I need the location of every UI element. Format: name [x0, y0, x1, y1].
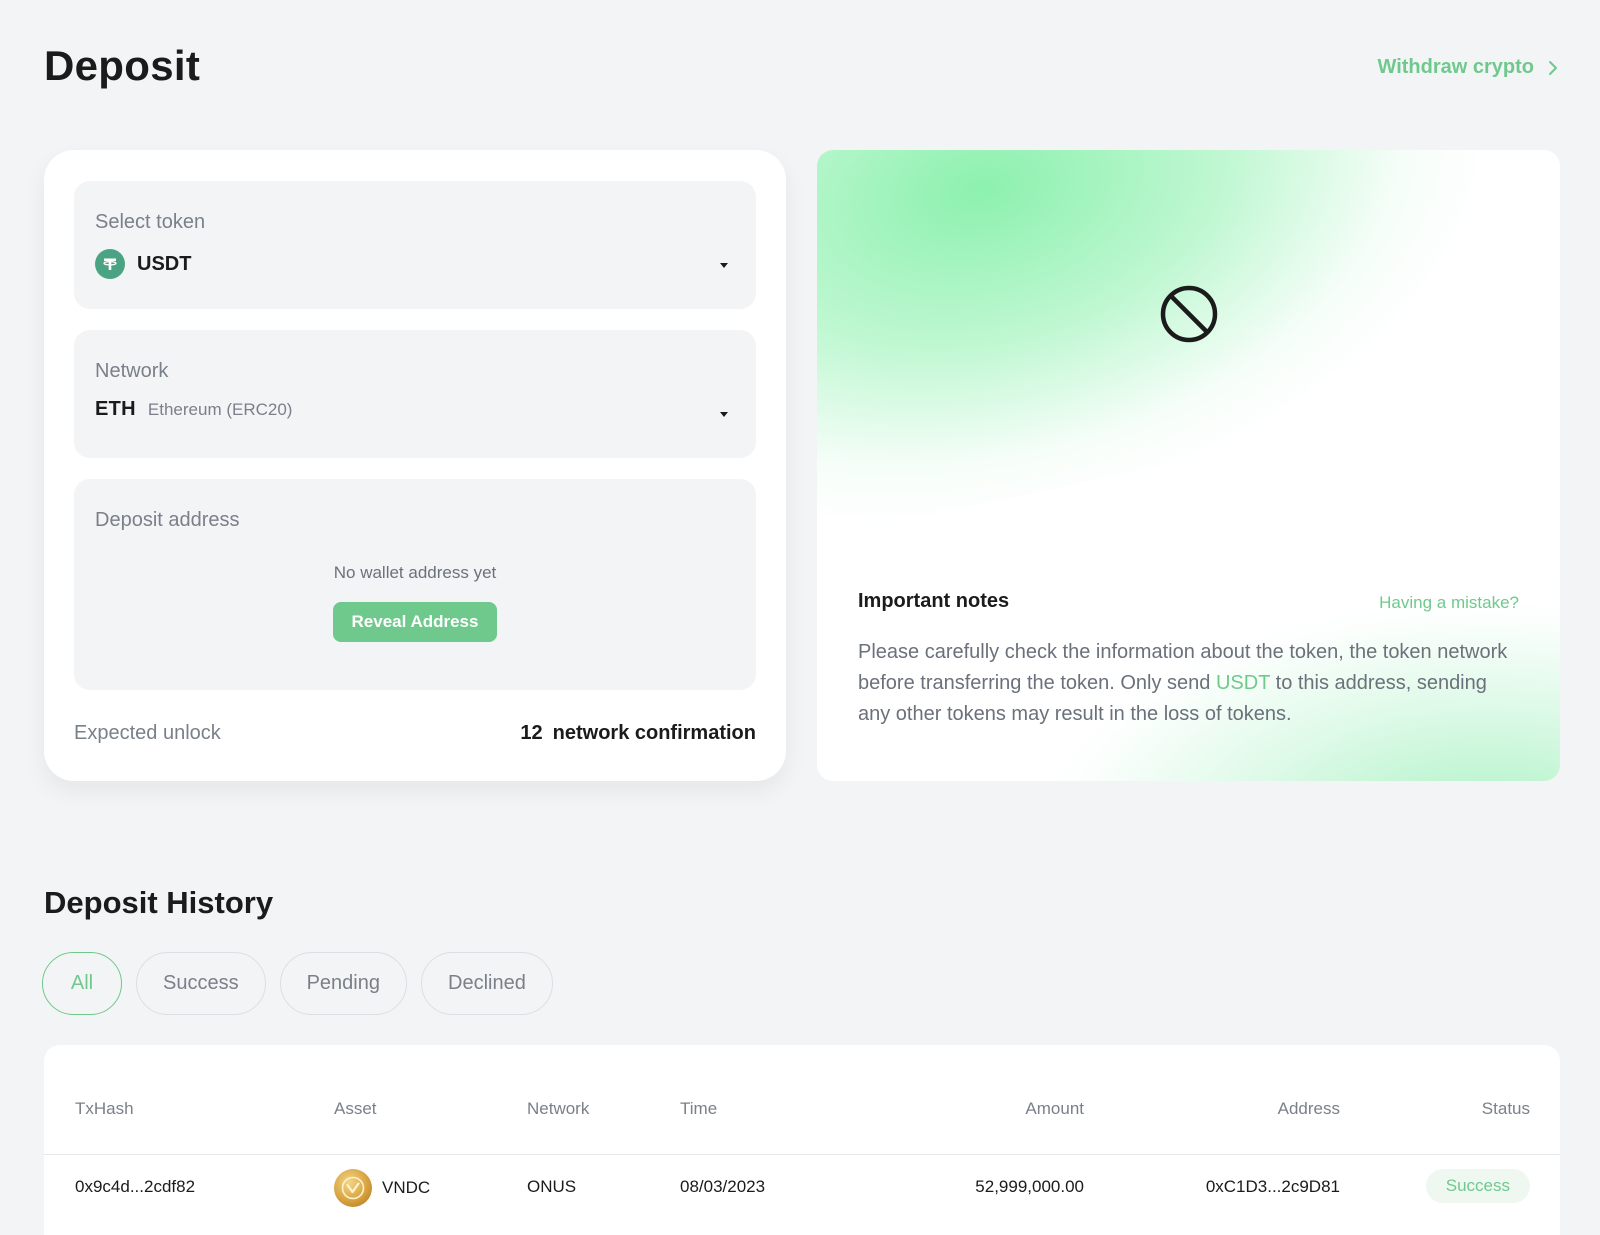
vndc-coin-icon: [334, 1169, 372, 1207]
confirmation-count: 12: [520, 722, 543, 744]
token-select-label: Select token: [95, 211, 206, 233]
no-address-text: No wallet address yet: [333, 563, 497, 582]
deposit-address-box: Deposit address No wallet address yet Re…: [74, 479, 756, 690]
deposit-history-title: Deposit History: [44, 885, 274, 920]
deposit-address-label: Deposit address: [95, 509, 240, 531]
table-divider: [44, 1154, 1560, 1155]
network-name: Ethereum (ERC20): [147, 399, 293, 419]
status-badge: Success: [1425, 1169, 1530, 1203]
row-network: ONUS: [527, 1177, 577, 1196]
column-header-asset: Asset: [334, 1099, 377, 1118]
filter-success[interactable]: Success: [136, 952, 266, 1015]
blocked-icon: [1160, 285, 1218, 343]
expected-unlock-label: Expected unlock: [74, 722, 221, 744]
page-title: Deposit: [44, 42, 201, 89]
expected-unlock-value: 12 network confirmation: [520, 722, 756, 745]
token-select-value: USDT: [95, 249, 191, 279]
column-header-txhash: TxHash: [75, 1099, 134, 1118]
deposit-form-card: Select token USDT Network ETH Ethereum (…: [44, 150, 786, 781]
confirmation-unit: network confirmation: [552, 722, 756, 744]
network-select[interactable]: Network ETH Ethereum (ERC20): [74, 330, 756, 458]
caret-down-icon: [720, 412, 728, 417]
row-txhash: 0x9c4d...2cdf82: [75, 1177, 196, 1196]
filter-declined[interactable]: Declined: [421, 952, 553, 1015]
filter-pending[interactable]: Pending: [279, 952, 407, 1015]
column-header-network: Network: [527, 1099, 590, 1118]
network-select-label: Network: [95, 360, 169, 382]
network-code: ETH: [95, 398, 136, 420]
row-amount: 52,999,000.00: [975, 1177, 1084, 1196]
notes-token-highlight: USDT: [1215, 672, 1271, 694]
column-header-status: Status: [1481, 1099, 1530, 1118]
network-select-value: ETH Ethereum (ERC20): [95, 398, 292, 421]
decorative-glow: [817, 150, 1527, 560]
chevron-right-icon: [1549, 60, 1557, 75]
withdraw-crypto-label: Withdraw crypto: [1377, 56, 1535, 78]
token-select[interactable]: Select token USDT: [74, 181, 756, 309]
column-header-time: Time: [680, 1099, 718, 1118]
row-address: 0xC1D3...2c9D81: [1205, 1177, 1340, 1196]
column-header-amount: Amount: [1025, 1099, 1084, 1118]
expected-unlock-row: Expected unlock 12 network confirmation: [74, 722, 756, 745]
tether-icon: [95, 249, 125, 279]
deposit-history-table: TxHash Asset Network Time Amount Address…: [44, 1045, 1560, 1235]
having-mistake-link[interactable]: Having a mistake?: [1379, 593, 1519, 613]
history-filters: All Success Pending Declined: [42, 952, 553, 1015]
caret-down-icon: [720, 263, 728, 268]
row-asset-name: VNDC: [382, 1178, 431, 1197]
row-time: 08/03/2023: [680, 1177, 766, 1196]
row-asset: VNDC: [334, 1169, 430, 1207]
reveal-address-button[interactable]: Reveal Address: [333, 602, 497, 642]
token-name: USDT: [137, 252, 192, 275]
notes-text: Please carefully check the information a…: [858, 637, 1518, 730]
notes-title: Important notes: [858, 590, 1010, 612]
important-notes-card: Important notes Having a mistake? Please…: [817, 150, 1560, 781]
column-header-address: Address: [1277, 1099, 1340, 1118]
withdraw-crypto-link[interactable]: Withdraw crypto: [1378, 56, 1559, 79]
filter-all[interactable]: All: [42, 952, 122, 1015]
